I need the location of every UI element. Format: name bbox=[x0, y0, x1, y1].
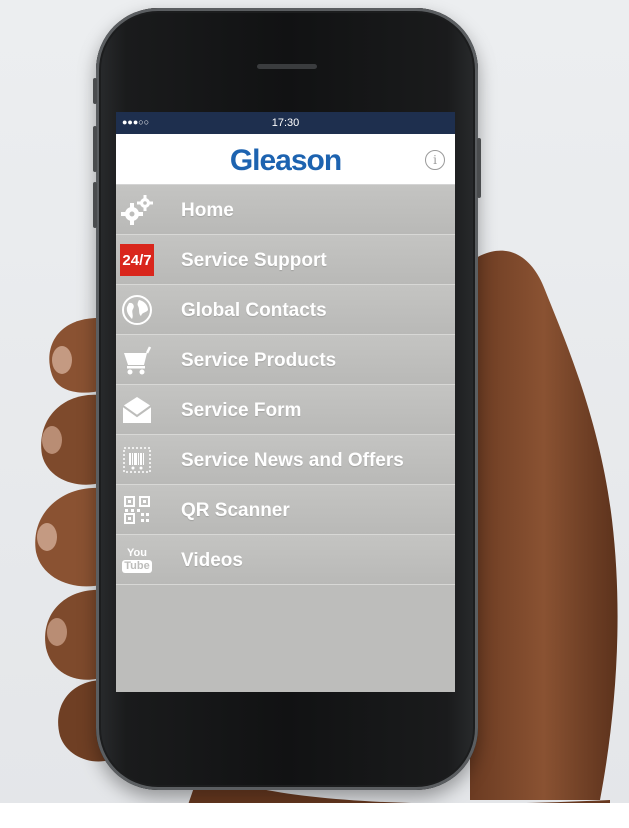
menu-item-service-support[interactable]: 24/7 Service Support bbox=[116, 235, 455, 285]
menu-label-service-products: Service Products bbox=[181, 350, 337, 371]
gleason-logo: Gleason bbox=[229, 144, 342, 177]
gears-icon bbox=[120, 194, 154, 226]
menu-label-global-contacts: Global Contacts bbox=[181, 300, 327, 321]
app-screen: ●●●○○ 17:30 Gleason i Home 24/7 Service … bbox=[116, 112, 455, 692]
menu-item-videos[interactable]: You Tube Videos bbox=[116, 535, 455, 585]
phone: ●●●○○ 17:30 Gleason i Home 24/7 Service … bbox=[93, 8, 481, 790]
status-time: 17:30 bbox=[271, 117, 300, 129]
title-bar: Gleason i bbox=[116, 134, 455, 185]
menu-item-qr-scanner[interactable]: QR Scanner bbox=[116, 485, 455, 535]
menu-label-service-support: Service Support bbox=[181, 250, 327, 271]
qr-code-icon bbox=[120, 494, 154, 526]
menu-item-service-products[interactable]: Service Products bbox=[116, 335, 455, 385]
menu-item-service-news-and-offers[interactable]: Service News and Offers bbox=[116, 435, 455, 485]
globe-icon bbox=[120, 294, 154, 326]
power-button bbox=[477, 138, 481, 198]
menu-item-service-form[interactable]: Service Form bbox=[116, 385, 455, 435]
menu-label-service-news-and-offers: Service News and Offers bbox=[181, 450, 404, 471]
menu-label-home: Home bbox=[181, 200, 234, 221]
menu-item-home[interactable]: Home bbox=[116, 185, 455, 235]
menu-item-global-contacts[interactable]: Global Contacts bbox=[116, 285, 455, 335]
coupon-icon bbox=[120, 444, 154, 476]
24-7-badge: 24/7 bbox=[120, 244, 154, 276]
scene: ●●●○○ 17:30 Gleason i Home 24/7 Service … bbox=[0, 0, 629, 828]
volume-up-button bbox=[93, 126, 97, 172]
status-bar: ●●●○○ 17:30 bbox=[116, 112, 455, 134]
youtube-logo: You Tube bbox=[122, 546, 152, 573]
info-icon[interactable]: i bbox=[425, 150, 445, 170]
volume-down-button bbox=[93, 182, 97, 228]
cart-icon bbox=[120, 344, 154, 376]
menu-label-service-form: Service Form bbox=[181, 400, 302, 421]
menu-label-videos: Videos bbox=[181, 550, 243, 571]
bottom-strip bbox=[0, 803, 629, 828]
youtube-icon: You Tube bbox=[120, 544, 154, 576]
youtube-you: You bbox=[127, 546, 147, 559]
menu-label-qr-scanner: QR Scanner bbox=[181, 500, 290, 521]
envelope-icon bbox=[120, 394, 154, 426]
youtube-tube: Tube bbox=[122, 559, 152, 573]
main-menu: Home 24/7 Service Support Global Contact… bbox=[116, 185, 455, 585]
speaker-grille bbox=[257, 64, 317, 69]
mute-switch bbox=[93, 78, 97, 104]
24-7-icon: 24/7 bbox=[120, 244, 154, 276]
